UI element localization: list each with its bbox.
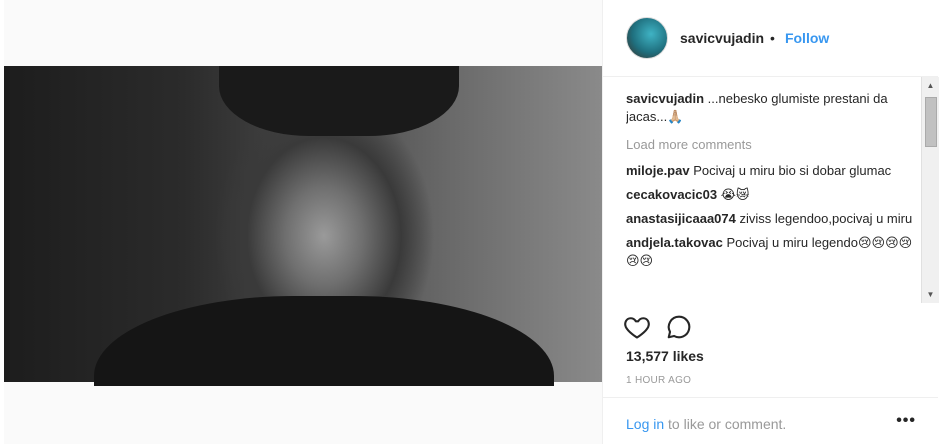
post-media-area bbox=[4, 0, 603, 444]
photo-shoulders-shape bbox=[94, 296, 554, 386]
post-frame: savicvujadin • Follow savicvujadin ...ne… bbox=[0, 0, 941, 444]
likes-count[interactable]: 13,577 likes bbox=[626, 348, 704, 364]
photo-hair-shape bbox=[219, 66, 459, 136]
comments-scrollbar[interactable]: ▲ ▼ bbox=[921, 77, 939, 303]
comment-item: andjela.takovac Pocivaj u miru legendo😢😢… bbox=[626, 234, 918, 270]
scroll-down-arrow-icon[interactable]: ▼ bbox=[922, 286, 939, 303]
follow-button[interactable]: Follow bbox=[785, 30, 829, 46]
post-header: savicvujadin • Follow bbox=[603, 0, 938, 77]
comment-username[interactable]: miloje.pav bbox=[626, 163, 690, 178]
comment-item: miloje.pav Pocivaj u miru bio si dobar g… bbox=[626, 162, 918, 180]
comment-username[interactable]: anastasijicaaa074 bbox=[626, 211, 736, 226]
load-more-comments-button[interactable]: Load more comments bbox=[626, 136, 918, 154]
heart-icon[interactable] bbox=[623, 313, 651, 341]
post-actions bbox=[623, 313, 707, 341]
more-options-icon[interactable]: ••• bbox=[896, 412, 916, 430]
comment-username[interactable]: andjela.takovac bbox=[626, 235, 723, 250]
header-separator: • bbox=[770, 30, 775, 46]
scroll-up-arrow-icon[interactable]: ▲ bbox=[922, 77, 939, 94]
avatar[interactable] bbox=[626, 17, 668, 59]
post-footer: Log in to like or comment. ••• bbox=[603, 397, 938, 445]
header-username[interactable]: savicvujadin bbox=[680, 30, 764, 46]
caption-username[interactable]: savicvujadin bbox=[626, 91, 704, 106]
login-prompt: Log in to like or comment. bbox=[626, 416, 786, 432]
post-photo[interactable] bbox=[4, 66, 602, 386]
login-prompt-text: to like or comment. bbox=[664, 416, 787, 432]
comment-item: anastasijicaaa074 ziviss legendoo,pociva… bbox=[626, 210, 918, 228]
comments-list: savicvujadin ...nebesko glumiste prestan… bbox=[626, 90, 918, 300]
comment-text: Pocivaj u miru bio si dobar glumac bbox=[693, 163, 892, 178]
comment-text: 😭😿 bbox=[720, 187, 750, 202]
caption: savicvujadin ...nebesko glumiste prestan… bbox=[626, 90, 918, 126]
login-link[interactable]: Log in bbox=[626, 416, 664, 432]
scrollbar-thumb[interactable] bbox=[925, 97, 937, 147]
comment-username[interactable]: cecakovacic03 bbox=[626, 187, 717, 202]
comment-bubble-icon[interactable] bbox=[665, 313, 693, 341]
post-sidebar: savicvujadin • Follow savicvujadin ...ne… bbox=[603, 0, 941, 444]
comment-text: ziviss legendoo,pocivaj u miru bbox=[739, 211, 913, 226]
comment-item: cecakovacic03 😭😿 bbox=[626, 186, 918, 204]
post-timestamp[interactable]: 1 HOUR AGO bbox=[626, 375, 691, 386]
